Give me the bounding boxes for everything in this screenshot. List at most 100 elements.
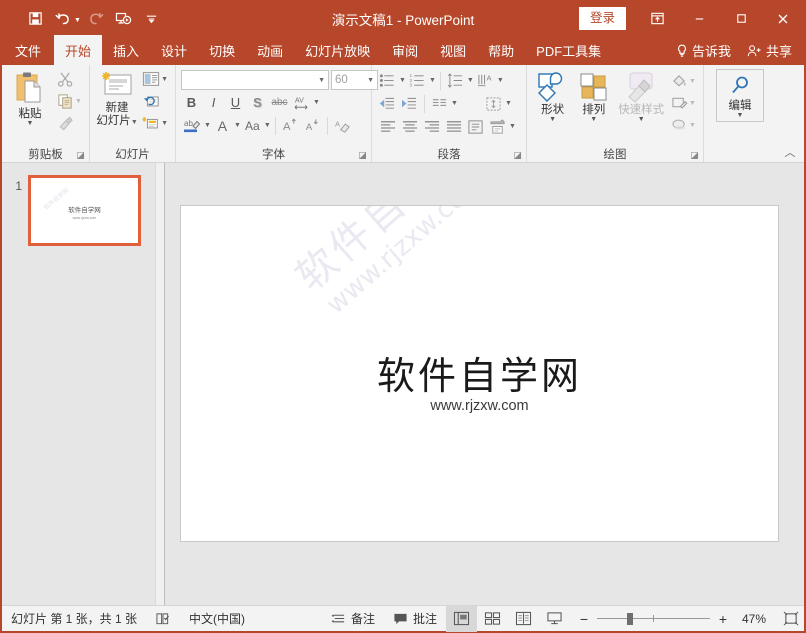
slide-thumbnail-1[interactable]: 软件自学网 软件自学网 www.rjzxw.com: [28, 175, 141, 246]
decrease-font-size-button[interactable]: A: [302, 115, 323, 136]
increase-font-size-button[interactable]: A: [280, 115, 301, 136]
customize-qat-icon[interactable]: [139, 7, 165, 31]
tab-view[interactable]: 视图: [429, 35, 477, 65]
tab-pdf-tools[interactable]: PDF工具集: [525, 35, 612, 65]
fit-slide-to-window-button[interactable]: [778, 606, 804, 632]
new-slide-button[interactable]: 新建 幻灯片▼: [95, 69, 139, 129]
tab-insert[interactable]: 插入: [102, 35, 150, 65]
tab-review[interactable]: 审阅: [381, 35, 429, 65]
slide-subtitle-text[interactable]: www.rjzxw.com: [181, 398, 778, 414]
shape-outline-dropdown-icon[interactable]: ▼: [689, 100, 696, 107]
language-status[interactable]: 中文(中国): [180, 606, 254, 632]
arrange-button[interactable]: 排列 ▼: [573, 69, 614, 123]
copy-dropdown-icon[interactable]: ▼: [75, 98, 82, 105]
text-highlight-color-button[interactable]: ab: [181, 115, 203, 136]
paste-dropdown-icon[interactable]: ▼: [27, 120, 34, 127]
close-button[interactable]: [762, 2, 804, 35]
undo-dropdown-icon[interactable]: ▼: [74, 17, 81, 24]
convert-to-smartart-button[interactable]: [487, 116, 508, 137]
align-left-button[interactable]: [377, 116, 398, 137]
start-slideshow-icon[interactable]: [111, 7, 137, 31]
text-direction-button[interactable]: A: [475, 70, 496, 91]
font-color-dropdown-icon[interactable]: ▼: [234, 122, 241, 129]
tab-home[interactable]: 开始: [54, 35, 103, 65]
shapes-dropdown-icon[interactable]: ▼: [549, 116, 556, 123]
bold-button[interactable]: B: [181, 92, 202, 113]
section-button[interactable]: ▼: [140, 113, 170, 134]
line-spacing-button[interactable]: [445, 70, 466, 91]
spellcheck-button[interactable]: [146, 606, 180, 632]
drawing-dialog-launcher[interactable]: ◪: [690, 151, 699, 160]
tab-transitions[interactable]: 切换: [198, 35, 246, 65]
shape-outline-button[interactable]: ▼: [669, 93, 698, 114]
save-icon[interactable]: [22, 7, 48, 31]
zoom-out-button[interactable]: −: [578, 611, 590, 627]
character-spacing-dropdown-icon[interactable]: ▼: [313, 99, 320, 106]
list-item[interactable]: 1 软件自学网 软件自学网 www.rjzxw.com: [2, 163, 164, 246]
bullets-dropdown-icon[interactable]: ▼: [399, 77, 406, 84]
underline-button[interactable]: U: [225, 92, 246, 113]
increase-indent-button[interactable]: [399, 93, 420, 114]
paste-button[interactable]: 粘贴 ▼: [7, 69, 53, 127]
normal-view-button[interactable]: [446, 605, 477, 632]
notes-pane-splitter[interactable]: [165, 598, 804, 605]
thumbnail-scrollbar[interactable]: [155, 163, 164, 605]
minimize-button[interactable]: [678, 2, 720, 35]
text-direction-dropdown-icon[interactable]: ▼: [497, 77, 504, 84]
tab-help[interactable]: 帮助: [477, 35, 525, 65]
line-spacing-dropdown-icon[interactable]: ▼: [467, 77, 474, 84]
copy-button[interactable]: ▼: [55, 91, 84, 112]
layout-button[interactable]: ▼: [140, 69, 170, 90]
align-center-button[interactable]: [399, 116, 420, 137]
text-fit-button[interactable]: [465, 116, 486, 137]
paragraph-dialog-launcher[interactable]: ◪: [513, 151, 522, 160]
cut-button[interactable]: [55, 69, 84, 90]
character-spacing-button[interactable]: AV: [291, 92, 312, 113]
shape-effects-button[interactable]: ▼: [669, 115, 698, 136]
tab-animations[interactable]: 动画: [246, 35, 294, 65]
change-case-button[interactable]: Aa: [242, 115, 263, 136]
tab-file[interactable]: 文件: [2, 35, 54, 65]
font-name-input[interactable]: ▼: [181, 70, 329, 90]
align-right-button[interactable]: [421, 116, 442, 137]
reading-view-button[interactable]: [508, 606, 539, 632]
slide-count-status[interactable]: 幻灯片 第 1 张，共 1 张: [2, 606, 146, 632]
columns-button[interactable]: [429, 93, 450, 114]
format-painter-button[interactable]: [55, 113, 84, 134]
layout-dropdown-icon[interactable]: ▼: [161, 76, 168, 83]
notes-button[interactable]: 备注: [322, 606, 384, 632]
zoom-level-label[interactable]: 47%: [736, 612, 766, 626]
maximize-button[interactable]: [720, 2, 762, 35]
editing-dropdown-icon[interactable]: ▼: [737, 112, 744, 119]
font-dialog-launcher[interactable]: ◪: [358, 151, 367, 160]
numbering-dropdown-icon[interactable]: ▼: [429, 77, 436, 84]
shapes-button[interactable]: 形状 ▼: [532, 69, 573, 123]
align-text-dropdown-icon[interactable]: ▼: [505, 100, 512, 107]
numbering-button[interactable]: 1 2 3: [407, 70, 428, 91]
clear-formatting-button[interactable]: A: [332, 115, 353, 136]
italic-button[interactable]: I: [203, 92, 224, 113]
tab-design[interactable]: 设计: [150, 35, 198, 65]
tell-me-box[interactable]: 告诉我: [666, 41, 741, 60]
zoom-in-button[interactable]: +: [717, 611, 729, 627]
smartart-dropdown-icon[interactable]: ▼: [509, 123, 516, 130]
ribbon-display-options-icon[interactable]: [636, 2, 678, 35]
tab-slideshow[interactable]: 幻灯片放映: [294, 35, 381, 65]
zoom-slider[interactable]: [597, 612, 710, 626]
justify-button[interactable]: [443, 116, 464, 137]
new-slide-dropdown-icon[interactable]: ▼: [131, 119, 138, 126]
strikethrough-button[interactable]: abc: [269, 92, 290, 113]
decrease-indent-button[interactable]: [377, 93, 398, 114]
undo-icon[interactable]: [50, 7, 76, 31]
comments-button[interactable]: 批注: [384, 606, 446, 632]
font-size-input[interactable]: 60 ▼: [331, 70, 378, 90]
clipboard-dialog-launcher[interactable]: ◪: [76, 151, 85, 160]
align-text-button[interactable]: [483, 93, 504, 114]
collapse-ribbon-button[interactable]: ︿: [782, 144, 798, 160]
columns-dropdown-icon[interactable]: ▼: [451, 100, 458, 107]
reset-button[interactable]: [140, 91, 170, 112]
font-name-dropdown-icon[interactable]: ▼: [318, 77, 325, 84]
slide-editing-area[interactable]: 软件自学网 www.rjzxw.com 软件自学网 www.rjzxw.com: [180, 205, 779, 542]
shape-fill-dropdown-icon[interactable]: ▼: [689, 78, 696, 85]
text-shadow-button[interactable]: S: [247, 92, 268, 113]
